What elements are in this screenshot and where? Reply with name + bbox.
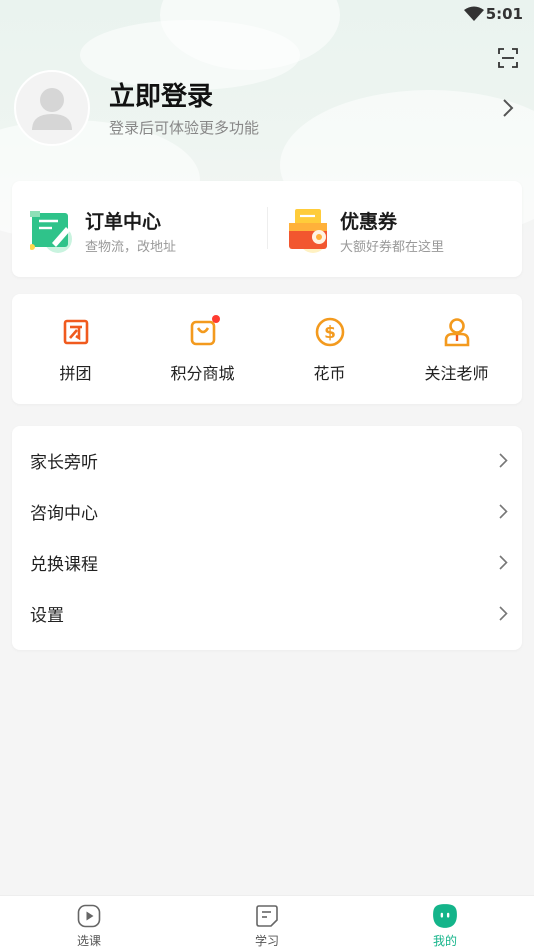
order-note-icon [30, 211, 72, 253]
chevron-right-icon[interactable] [502, 98, 514, 118]
chevron-right-icon [499, 606, 508, 621]
mine-icon [433, 904, 457, 928]
chevron-right-icon [499, 453, 508, 468]
coupon-title: 优惠券 [340, 211, 398, 233]
follow-teacher-icon [444, 318, 470, 347]
tab-courses[interactable]: 选课 [0, 896, 178, 950]
default-avatar-icon [32, 88, 72, 130]
shortcut-label: 花币 [313, 364, 346, 383]
status-bar: 5:01 [0, 0, 534, 30]
avatar[interactable] [14, 70, 90, 146]
menu-item-redeem-course[interactable]: 兑换课程 [12, 537, 522, 588]
coupon-subtitle: 大额好券都在这里 [340, 240, 445, 255]
menu-item-settings[interactable]: 设置 [12, 588, 522, 639]
settings-menu: 家长旁听 咨询中心 兑换课程 设置 [12, 426, 522, 650]
wifi-icon [464, 6, 484, 21]
menu-item-label: 设置 [30, 606, 64, 626]
shortcut-coins[interactable]: $ 花币 [266, 294, 393, 404]
login-title[interactable]: 立即登录 [109, 76, 213, 113]
menu-item-label: 咨询中心 [30, 504, 98, 524]
menu-item-label: 兑换课程 [30, 555, 98, 575]
study-icon [256, 905, 278, 927]
shortcut-label: 积分商城 [170, 364, 235, 383]
tab-label: 我的 [432, 934, 457, 948]
order-center-title: 订单中心 [85, 211, 162, 233]
tab-label: 选课 [76, 934, 101, 948]
menu-item-consult-center[interactable]: 咨询中心 [12, 486, 522, 537]
chevron-right-icon [499, 504, 508, 519]
notification-badge [212, 315, 220, 323]
order-card: 订单中心 查物流，改地址 优惠券 大额好券都在这里 [12, 181, 522, 277]
status-time: 5:01 [485, 5, 523, 23]
coin-icon: $ [315, 317, 345, 347]
order-center-subtitle: 查物流，改地址 [85, 240, 177, 255]
shortcut-grid: 拼团 积分商城 $ 花币 关注老师 [12, 294, 522, 404]
svg-text:$: $ [324, 323, 336, 343]
tab-study[interactable]: 学习 [178, 896, 356, 950]
group-buy-icon [63, 319, 89, 345]
menu-item-parent-listen[interactable]: 家长旁听 [12, 435, 522, 486]
play-icon [77, 904, 101, 928]
shortcut-group-buy[interactable]: 拼团 [12, 294, 139, 404]
tab-mine[interactable]: 我的 [356, 896, 534, 950]
shortcut-label: 拼团 [59, 364, 92, 383]
coupon-entry[interactable]: 优惠券 大额好券都在这里 [267, 181, 522, 277]
shortcut-follow-teacher[interactable]: 关注老师 [393, 294, 520, 404]
shortcut-points-mall[interactable]: 积分商城 [139, 294, 266, 404]
order-center-entry[interactable]: 订单中心 查物流，改地址 [12, 181, 267, 277]
chevron-right-icon [499, 555, 508, 570]
login-subtitle: 登录后可体验更多功能 [109, 119, 260, 137]
tab-label: 学习 [254, 934, 279, 948]
coupon-icon [289, 209, 327, 253]
shortcut-label: 关注老师 [424, 364, 489, 383]
scan-icon[interactable] [498, 48, 518, 68]
menu-item-label: 家长旁听 [30, 453, 98, 473]
bottom-tab-bar: 选课 学习 我的 [0, 895, 534, 950]
